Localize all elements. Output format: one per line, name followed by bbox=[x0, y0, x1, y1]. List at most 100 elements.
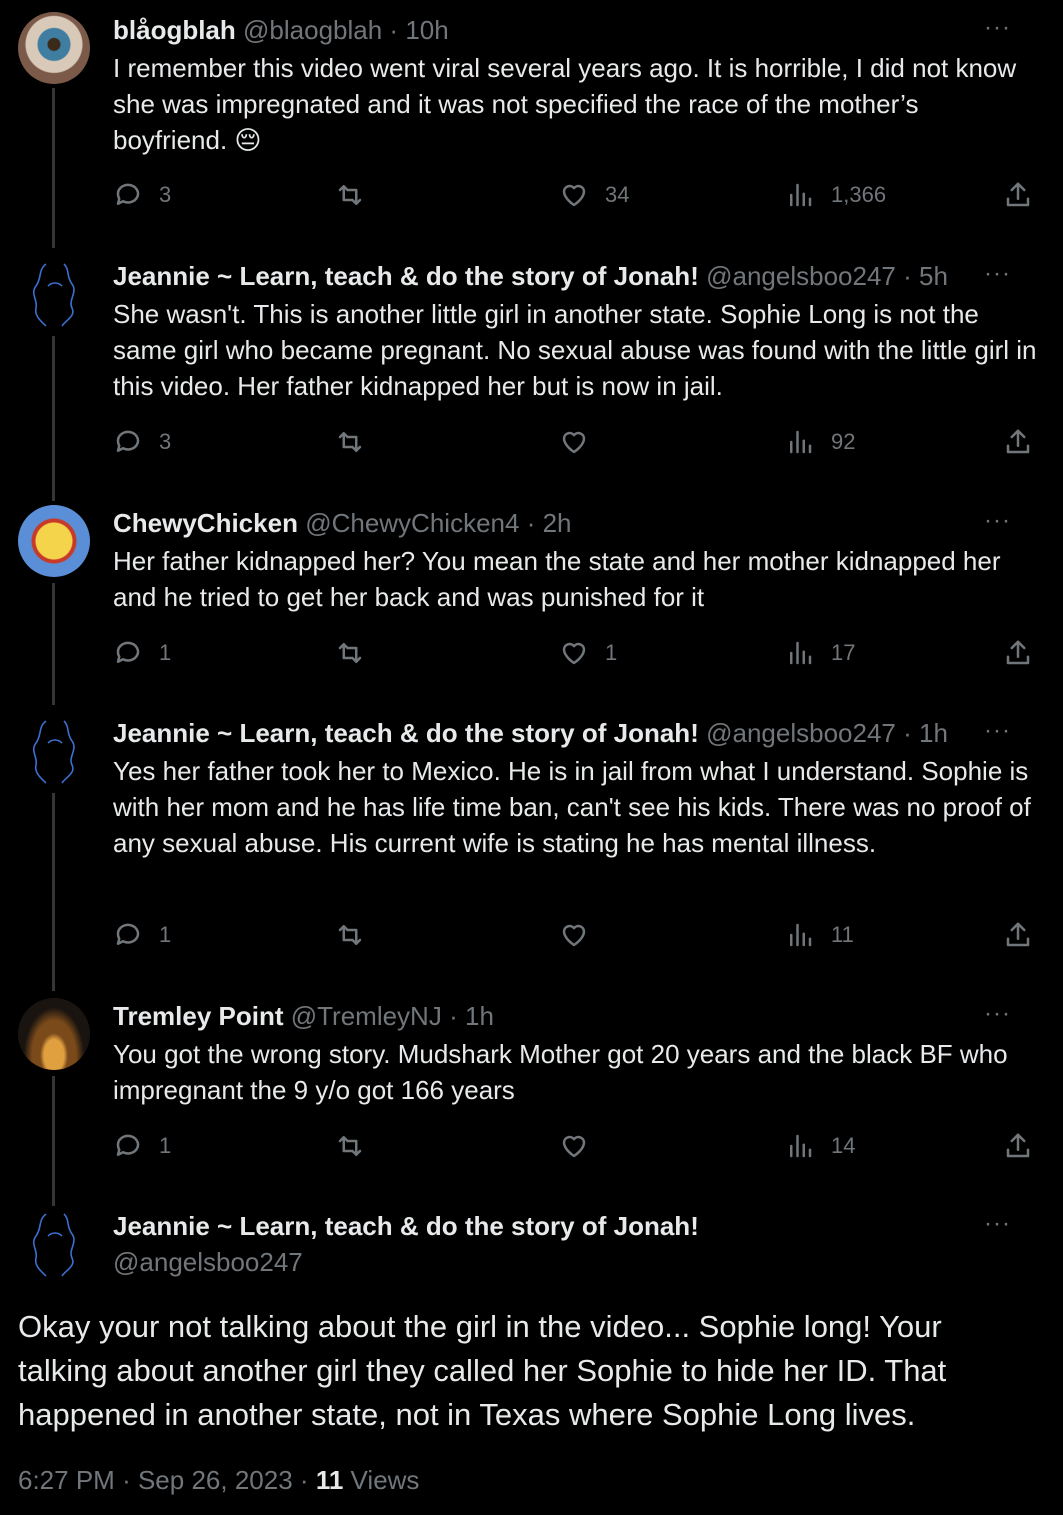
share-button[interactable] bbox=[1003, 1131, 1033, 1161]
share-icon bbox=[1006, 429, 1030, 454]
reply-button[interactable]: 1 bbox=[113, 638, 171, 668]
views-count: 17 bbox=[831, 640, 856, 665]
timestamp[interactable]: 1h bbox=[919, 718, 948, 748]
more-icon[interactable]: ··· bbox=[984, 260, 1011, 288]
heart-icon bbox=[562, 431, 586, 454]
avatar[interactable] bbox=[18, 715, 90, 787]
author-name[interactable]: Jeannie ~ Learn, teach & do the story of… bbox=[113, 1211, 699, 1241]
share-button[interactable] bbox=[1003, 427, 1033, 457]
views-button[interactable]: 92 bbox=[785, 427, 855, 457]
views-count: 14 bbox=[831, 1133, 856, 1158]
more-icon[interactable]: ··· bbox=[984, 14, 1011, 42]
heart-icon bbox=[562, 184, 586, 207]
timestamp[interactable]: 5h bbox=[919, 261, 948, 291]
thread-line bbox=[52, 88, 55, 248]
retweet-button[interactable] bbox=[335, 427, 365, 457]
like-count: 34 bbox=[605, 182, 630, 207]
retweet-icon bbox=[338, 185, 362, 205]
post-time[interactable]: 6:27 PM bbox=[18, 1465, 115, 1495]
avatar-image bbox=[32, 1213, 75, 1277]
author-name[interactable]: Jeannie ~ Learn, teach & do the story of… bbox=[113, 718, 699, 748]
share-button[interactable] bbox=[1003, 920, 1033, 950]
avatar[interactable] bbox=[18, 998, 90, 1070]
separator: · bbox=[526, 508, 536, 538]
retweet-icon bbox=[338, 1136, 362, 1156]
reply-icon bbox=[116, 430, 140, 452]
like-button[interactable] bbox=[559, 920, 589, 950]
avatar[interactable] bbox=[18, 1208, 90, 1280]
tweet-text: I remember this video went viral several… bbox=[113, 53, 1017, 155]
retweet-icon bbox=[338, 432, 362, 452]
more-icon[interactable]: ··· bbox=[984, 507, 1011, 535]
share-button[interactable] bbox=[1003, 180, 1033, 210]
heart-icon bbox=[562, 1135, 586, 1158]
share-icon bbox=[1006, 1133, 1030, 1158]
thread-line bbox=[52, 1076, 55, 1206]
reply-button[interactable]: 3 bbox=[113, 427, 171, 457]
like-button[interactable] bbox=[559, 1131, 589, 1161]
author-name[interactable]: Jeannie ~ Learn, teach & do the story of… bbox=[113, 261, 699, 291]
separator: · bbox=[299, 1465, 309, 1495]
views-button[interactable]: 11 bbox=[785, 920, 854, 950]
separator: · bbox=[389, 15, 399, 45]
views-button[interactable]: 17 bbox=[785, 638, 855, 668]
thread-line bbox=[52, 793, 55, 991]
post-date[interactable]: Sep 26, 2023 bbox=[138, 1465, 293, 1495]
separator: · bbox=[903, 261, 912, 291]
like-count: 1 bbox=[605, 640, 618, 665]
more-icon[interactable]: ··· bbox=[984, 1210, 1011, 1238]
views-button[interactable]: 14 bbox=[785, 1131, 855, 1161]
reply-icon bbox=[116, 641, 140, 663]
retweet-icon bbox=[338, 643, 362, 663]
action-bar: 1 11 bbox=[113, 920, 1039, 960]
views-icon bbox=[790, 1134, 812, 1158]
timestamp[interactable]: 2h bbox=[543, 508, 572, 538]
tweet-text: Yes her father took her to Mexico. He is… bbox=[113, 756, 1031, 858]
action-bar: 3 92 bbox=[113, 427, 1039, 467]
timestamp[interactable]: 10h bbox=[405, 15, 448, 45]
action-bar: 3 34 1,366 bbox=[113, 180, 1039, 220]
retweet-button[interactable] bbox=[335, 1131, 365, 1161]
author-handle[interactable]: @angelsboo247 bbox=[706, 261, 896, 291]
retweet-button[interactable] bbox=[335, 180, 365, 210]
like-button[interactable]: 1 bbox=[559, 638, 617, 668]
like-button[interactable]: 34 bbox=[559, 180, 629, 210]
like-button[interactable] bbox=[559, 427, 589, 457]
retweet-button[interactable] bbox=[335, 920, 365, 950]
reply-count: 1 bbox=[159, 922, 172, 947]
author-handle[interactable]: @TremleyNJ bbox=[291, 1001, 442, 1031]
author-handle[interactable]: @ChewyChicken4 bbox=[305, 508, 519, 538]
heart-icon bbox=[562, 642, 586, 665]
author-handle[interactable]: @angelsboo247 bbox=[113, 1246, 1039, 1278]
reply-button[interactable]: 3 bbox=[113, 180, 171, 210]
avatar-image bbox=[32, 263, 75, 327]
views-button[interactable]: 1,366 bbox=[785, 180, 886, 210]
reply-count: 3 bbox=[159, 429, 172, 454]
avatar[interactable] bbox=[18, 505, 90, 577]
heart-icon bbox=[562, 924, 586, 947]
avatar[interactable] bbox=[18, 258, 90, 330]
retweet-icon bbox=[338, 925, 362, 945]
timestamp[interactable]: 1h bbox=[465, 1001, 494, 1031]
author-handle[interactable]: @angelsboo247 bbox=[706, 718, 896, 748]
tweet-text: Her father kidnapped her? You mean the s… bbox=[113, 546, 1001, 612]
retweet-button[interactable] bbox=[335, 638, 365, 668]
more-icon[interactable]: ··· bbox=[984, 717, 1011, 745]
author-handle[interactable]: @blaogblah bbox=[243, 15, 382, 45]
tweet-meta: 6:27 PM · Sep 26, 2023 · 11 Views bbox=[18, 1465, 419, 1496]
more-icon[interactable]: ··· bbox=[984, 1000, 1011, 1028]
separator: · bbox=[449, 1001, 458, 1031]
author-name[interactable]: blåogblah bbox=[113, 15, 236, 45]
share-button[interactable] bbox=[1003, 638, 1033, 668]
reply-icon bbox=[116, 1134, 140, 1156]
avatar[interactable] bbox=[18, 12, 90, 84]
author-name[interactable]: Tremley Point bbox=[113, 1001, 284, 1031]
reply-icon bbox=[116, 923, 140, 945]
views-icon bbox=[790, 183, 812, 207]
separator: · bbox=[903, 718, 912, 748]
views-icon bbox=[790, 641, 812, 665]
reply-count: 1 bbox=[159, 640, 172, 665]
reply-button[interactable]: 1 bbox=[113, 920, 171, 950]
reply-button[interactable]: 1 bbox=[113, 1131, 171, 1161]
author-name[interactable]: ChewyChicken bbox=[113, 508, 298, 538]
